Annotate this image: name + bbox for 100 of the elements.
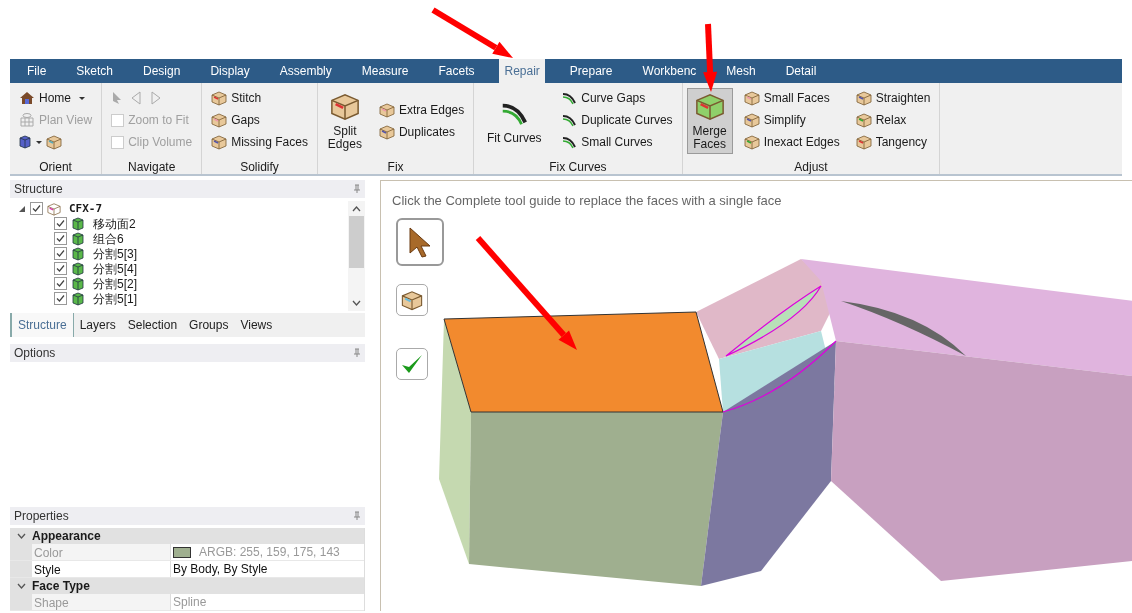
box-icon (743, 112, 760, 128)
select-tool-button[interactable] (396, 218, 444, 266)
scroll-down-icon[interactable] (352, 300, 361, 306)
ribbon-button[interactable]: Fit Curves (478, 88, 551, 154)
ribbon-button[interactable]: Inexact Edges (738, 131, 845, 153)
menu-tab[interactable]: Repair (499, 59, 545, 83)
ribbon-button[interactable]: Small Faces (738, 87, 845, 109)
box-icon (378, 102, 395, 118)
menu-tab[interactable]: Prepare (564, 59, 618, 83)
tree-item[interactable]: 组合6 (93, 231, 124, 246)
cube-icon (71, 261, 85, 276)
group-label: Orient (38, 159, 73, 174)
ribbon-button[interactable]: Extra Edges (373, 99, 470, 121)
ribbon-button[interactable]: Relax (850, 109, 936, 131)
collapse-icon[interactable] (16, 533, 26, 539)
menu-tab[interactable]: Detail (780, 59, 822, 83)
box-icon (46, 134, 62, 150)
house-icon (19, 90, 35, 106)
menu-tab[interactable]: Display (205, 59, 255, 83)
ribbon-dropdown[interactable]: Home (14, 87, 98, 109)
back-icon (130, 91, 143, 105)
menu-tab[interactable]: Sketch (71, 59, 119, 83)
box-icon (855, 112, 872, 128)
group-label: Solidify (239, 159, 280, 174)
tree-item[interactable]: 分割5[1] (93, 291, 137, 306)
collapse-icon[interactable] (16, 583, 26, 589)
box-icon (211, 112, 228, 128)
viewport[interactable]: Click the Complete tool guide to replace the faces with a single face (380, 180, 1132, 611)
ribbon-button[interactable]: Tangency (850, 131, 936, 153)
tree-item[interactable]: 分割5[2] (93, 276, 137, 291)
panel-title: Structure (14, 181, 63, 198)
ribbon-button[interactable]: Small Curves (556, 131, 678, 153)
tool-guide-button[interactable] (396, 284, 428, 316)
ribbon-button[interactable]: Merge Faces (686, 88, 733, 154)
box-icon (855, 134, 872, 150)
property-name: Color (32, 544, 170, 560)
ribbon-button[interactable]: Simplify (738, 109, 845, 131)
box-icon (743, 134, 760, 150)
cube-icon (18, 135, 32, 149)
group-label: Navigate (127, 159, 177, 174)
scrollbar[interactable] (348, 201, 365, 311)
panel-tab[interactable]: Structure (10, 313, 74, 337)
cube-icon (71, 216, 85, 231)
tree-checkbox[interactable] (54, 277, 67, 290)
menu-tab[interactable]: Facets (433, 59, 480, 83)
panel-title: Properties (14, 508, 69, 525)
curve-icon (561, 134, 578, 150)
tree-item[interactable]: 分割5[4] (93, 261, 137, 276)
checkmark-icon (400, 353, 424, 375)
section-title: Face Type (32, 578, 90, 595)
box-icon (329, 91, 360, 121)
pointer-icon (112, 91, 123, 105)
menu-tab[interactable]: Measure (356, 59, 414, 83)
property-name: Style (32, 561, 170, 577)
menu-tab[interactable]: Assembly (274, 59, 337, 83)
tree-item[interactable]: 移动面2 (93, 216, 136, 231)
menu-tab[interactable]: File (22, 59, 52, 83)
box-icon (401, 289, 423, 311)
ribbon-button[interactable]: Duplicate Curves (556, 109, 678, 131)
panel-tab[interactable]: Selection (121, 313, 184, 337)
panel-tab[interactable]: Layers (73, 313, 122, 337)
tree-item[interactable]: CFX-7 (69, 201, 103, 216)
tree-checkbox[interactable] (30, 202, 43, 215)
annotation-arrow (703, 23, 718, 92)
complete-button[interactable] (396, 348, 428, 380)
tree-item[interactable]: 分割5[3] (93, 246, 137, 261)
property-name: Shape (32, 594, 170, 610)
ribbon-button[interactable]: Straighten (850, 87, 936, 109)
box-icon (694, 91, 725, 121)
ribbon-button[interactable]: Stitch (206, 87, 313, 109)
ribbon-button[interactable]: Split Edges (321, 88, 368, 154)
group-label: Fix Curves (548, 159, 608, 174)
ribbon-button[interactable]: Duplicates (373, 121, 470, 143)
box-icon (378, 124, 395, 140)
menu-tab[interactable]: Mesh (721, 59, 761, 83)
curve-icon (561, 90, 578, 106)
tree-checkbox[interactable] (54, 292, 67, 305)
tree-checkbox[interactable] (54, 217, 67, 230)
menu-tab[interactable]: Design (138, 59, 186, 83)
tree-checkbox[interactable] (54, 262, 67, 275)
ribbon-button[interactable]: Gaps (206, 109, 313, 131)
tree-checkbox[interactable] (54, 247, 67, 260)
menu-tab[interactable]: Workbenc (637, 59, 702, 83)
tool-guide-hint: Click the Complete tool guide to replace the faces with a single face (392, 192, 782, 210)
curve-icon (561, 112, 578, 128)
panel-tab[interactable]: Groups (183, 313, 235, 337)
tree-checkbox[interactable] (54, 232, 67, 245)
panel-tab[interactable]: Views (234, 313, 279, 337)
ribbon-button[interactable]: Curve Gaps (556, 87, 678, 109)
cube-icon (71, 291, 85, 306)
ribbon-button[interactable]: Missing Faces (206, 131, 313, 153)
box-icon (47, 201, 61, 216)
box-icon (211, 134, 228, 150)
expand-icon[interactable] (18, 204, 26, 213)
property-value: Spline (173, 594, 207, 611)
forward-icon (150, 91, 163, 105)
scroll-up-icon[interactable] (352, 206, 361, 212)
cube-icon (71, 231, 85, 246)
box-icon (211, 90, 228, 106)
group-label: Fix (386, 159, 405, 174)
